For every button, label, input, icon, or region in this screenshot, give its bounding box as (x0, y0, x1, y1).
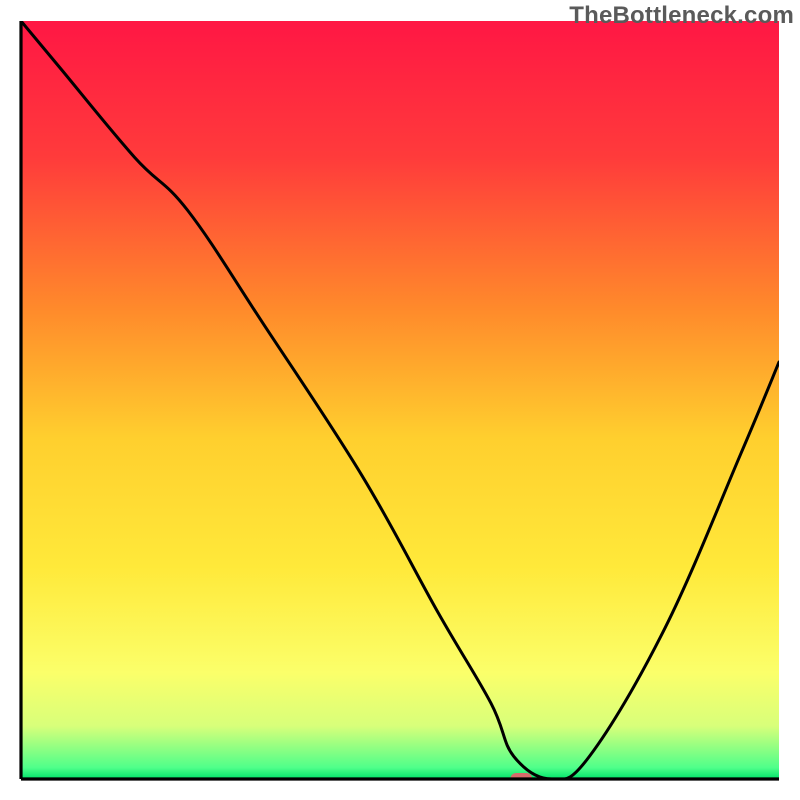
watermark-text: TheBottleneck.com (569, 2, 794, 30)
bottleneck-chart (0, 0, 800, 800)
chart-container: TheBottleneck.com (0, 0, 800, 800)
gradient-background (21, 21, 779, 779)
